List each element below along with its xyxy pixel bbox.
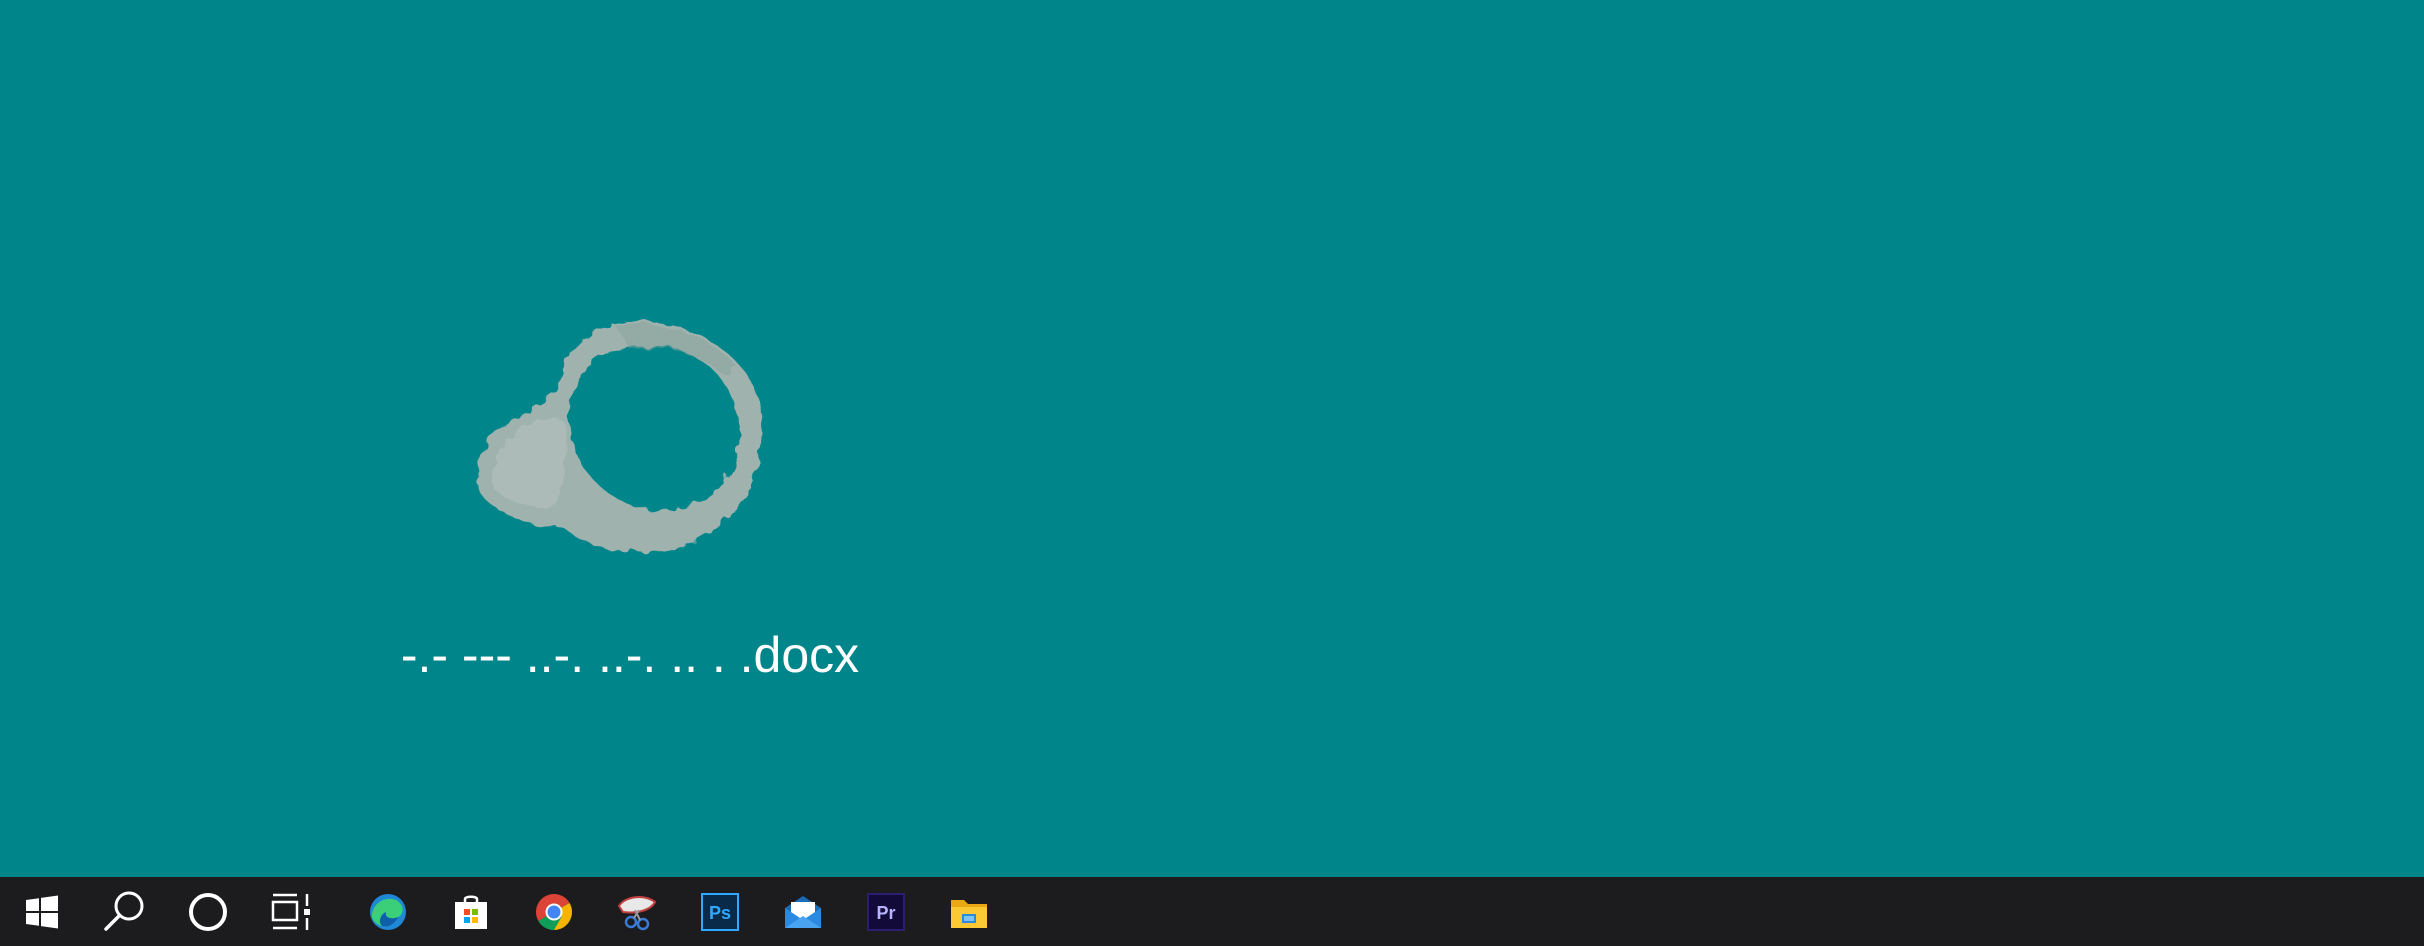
task-view-button[interactable] <box>249 877 332 946</box>
chrome-button[interactable] <box>512 877 595 946</box>
cortana-icon <box>188 892 227 931</box>
desktop-file-label: -.- --- ..-. ..-. .. . .docx <box>400 627 860 683</box>
task-view-icon <box>271 893 310 930</box>
desktop[interactable]: -.- --- ..-. ..-. .. . .docx <box>0 0 2424 877</box>
photoshop-button[interactable]: Ps <box>678 877 761 946</box>
premiere-icon: Pr <box>866 892 905 931</box>
photoshop-label: Ps <box>708 903 730 923</box>
chrome-icon <box>535 893 572 930</box>
mail-button[interactable] <box>761 877 844 946</box>
search-button[interactable] <box>83 877 166 946</box>
premiere-button[interactable]: Pr <box>844 877 927 946</box>
file-explorer-icon <box>950 899 987 928</box>
file-explorer-button[interactable] <box>927 877 1010 946</box>
premiere-label: Pr <box>876 903 895 923</box>
windows-start-icon <box>25 895 58 928</box>
store-icon <box>454 895 487 929</box>
coffee-stain-icon <box>476 321 763 553</box>
snipping-tool-icon <box>617 895 656 930</box>
search-icon <box>103 891 143 931</box>
desktop-file-icon[interactable]: -.- --- ..-. ..-. .. . .docx <box>380 305 880 690</box>
edge-icon <box>369 893 406 930</box>
edge-button[interactable] <box>346 877 429 946</box>
store-button[interactable] <box>429 877 512 946</box>
cortana-button[interactable] <box>166 877 249 946</box>
mail-icon <box>784 895 821 928</box>
taskbar: Ps Pr <box>0 877 2424 946</box>
snipping-tool-button[interactable] <box>595 877 678 946</box>
start-button[interactable] <box>0 877 83 946</box>
photoshop-icon: Ps <box>700 892 739 931</box>
